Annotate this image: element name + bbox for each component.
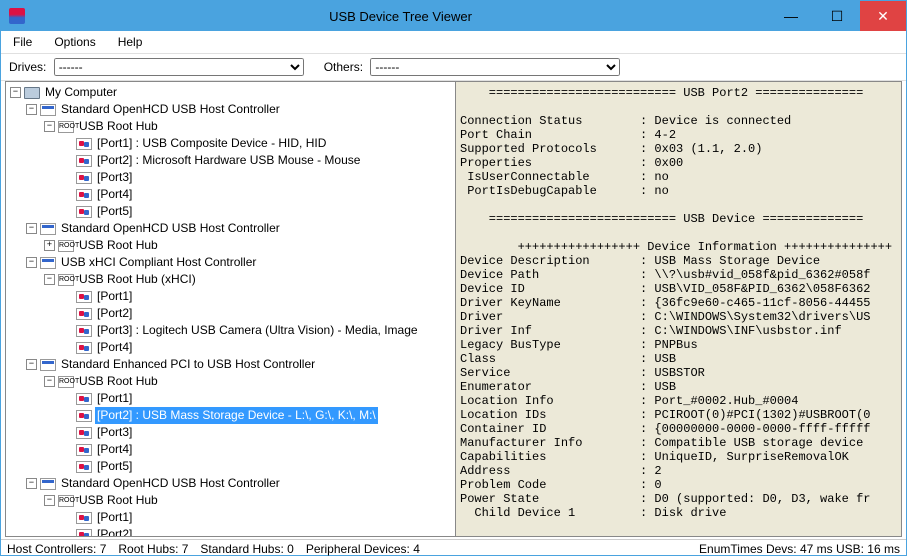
menu-help[interactable]: Help (114, 33, 147, 51)
tree-port[interactable]: [Port4] (8, 339, 453, 356)
tree-hub[interactable]: −ROOTUSB Root Hub (xHCI) (8, 271, 453, 288)
tree-port[interactable]: [Port2] (8, 526, 453, 536)
tree-hub[interactable]: −ROOTUSB Root Hub (8, 492, 453, 509)
maximize-button[interactable]: ☐ (814, 1, 860, 31)
tree-hub[interactable]: −ROOTUSB Root Hub (8, 118, 453, 135)
toolbar: Drives: ------ Others: ------ (1, 54, 906, 81)
status-enum-times: EnumTimes Devs: 47 ms USB: 16 ms (699, 542, 900, 556)
close-button[interactable]: ✕ (860, 1, 906, 31)
status-standard-hubs: Standard Hubs: 0 (200, 542, 293, 556)
window-title: USB Device Tree Viewer (33, 9, 768, 24)
menu-options[interactable]: Options (50, 33, 99, 51)
others-label: Others: (324, 60, 363, 74)
minimize-button[interactable]: — (768, 1, 814, 31)
tree-port[interactable]: [Port5] (8, 203, 453, 220)
tree-hub[interactable]: −ROOTUSB Root Hub (8, 373, 453, 390)
tree-controller[interactable]: −Standard Enhanced PCI to USB Host Contr… (8, 356, 453, 373)
tree-port[interactable]: [Port4] (8, 441, 453, 458)
detail-pane[interactable]: ========================== USB Port2 ===… (456, 82, 901, 536)
tree-port[interactable]: [Port5] (8, 458, 453, 475)
tree-port[interactable]: [Port1] (8, 390, 453, 407)
others-select[interactable]: ------ (370, 58, 620, 76)
tree-controller[interactable]: −USB xHCI Compliant Host Controller (8, 254, 453, 271)
drives-select[interactable]: ------ (54, 58, 304, 76)
tree-port[interactable]: [Port4] (8, 186, 453, 203)
status-root-hubs: Root Hubs: 7 (118, 542, 188, 556)
drives-label: Drives: (9, 60, 46, 74)
status-peripheral-devices: Peripheral Devices: 4 (306, 542, 420, 556)
tree-port[interactable]: [Port3] (8, 169, 453, 186)
tree-root[interactable]: −My Computer (8, 84, 453, 101)
titlebar[interactable]: USB Device Tree Viewer — ☐ ✕ (1, 1, 906, 31)
tree-hub[interactable]: +ROOTUSB Root Hub (8, 237, 453, 254)
device-tree[interactable]: −My Computer −Standard OpenHCD USB Host … (6, 82, 456, 536)
tree-port-selected[interactable]: [Port2] : USB Mass Storage Device - L:\,… (8, 407, 453, 424)
menubar: File Options Help (1, 31, 906, 54)
tree-port[interactable]: [Port1] : USB Composite Device - HID, HI… (8, 135, 453, 152)
status-host-controllers: Host Controllers: 7 (7, 542, 106, 556)
statusbar: Host Controllers: 7 Root Hubs: 7 Standar… (1, 539, 906, 558)
tree-port[interactable]: [Port1] (8, 509, 453, 526)
tree-port[interactable]: [Port2] : Microsoft Hardware USB Mouse -… (8, 152, 453, 169)
tree-port[interactable]: [Port1] (8, 288, 453, 305)
tree-port[interactable]: [Port3] : Logitech USB Camera (Ultra Vis… (8, 322, 453, 339)
app-icon (9, 8, 25, 24)
tree-controller[interactable]: −Standard OpenHCD USB Host Controller (8, 220, 453, 237)
menu-file[interactable]: File (9, 33, 36, 51)
tree-controller[interactable]: −Standard OpenHCD USB Host Controller (8, 101, 453, 118)
tree-port[interactable]: [Port2] (8, 305, 453, 322)
tree-controller[interactable]: −Standard OpenHCD USB Host Controller (8, 475, 453, 492)
tree-port[interactable]: [Port3] (8, 424, 453, 441)
